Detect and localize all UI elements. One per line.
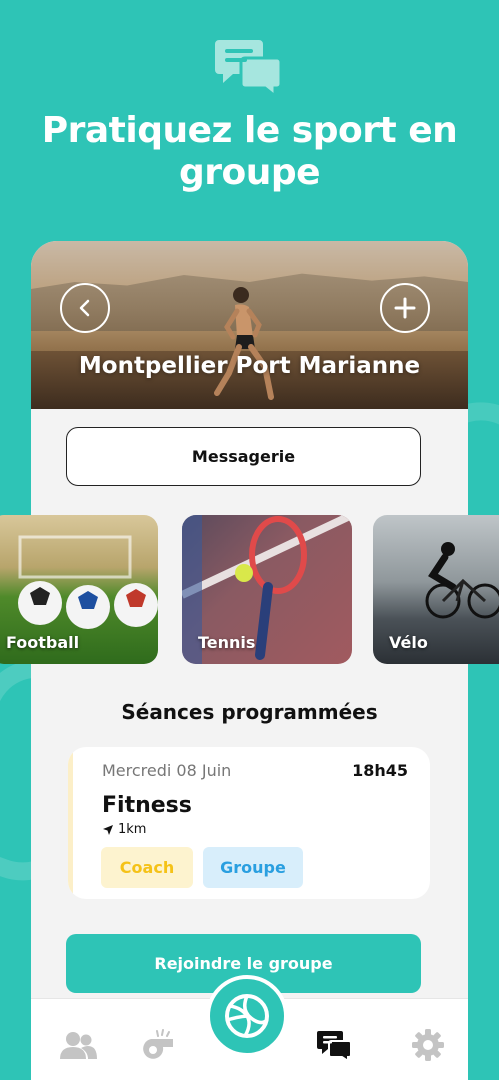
headline: Pratiquez le sport en groupe — [41, 110, 458, 193]
chat-bubbles-icon — [215, 36, 283, 100]
add-button[interactable] — [380, 283, 430, 333]
chevron-left-icon — [79, 299, 90, 317]
whistle-icon[interactable] — [138, 1027, 178, 1063]
sport-label: Football — [6, 633, 80, 652]
volleyball-icon — [225, 994, 269, 1038]
sport-label: Vélo — [389, 633, 428, 652]
sport-card-football[interactable]: Football — [0, 515, 158, 664]
users-icon[interactable] — [58, 1027, 98, 1063]
volleyball-button[interactable] — [206, 975, 288, 1057]
runner-illustration — [214, 287, 274, 400]
groupe-tag: Groupe — [203, 847, 303, 888]
plus-icon — [394, 297, 416, 319]
session-distance-value: 1km — [118, 822, 147, 837]
sessions-title: Séances programmées — [121, 700, 378, 724]
group-banner: Montpellier Port Marianne — [31, 241, 468, 409]
session-date: Mercredi 08 Juin — [102, 761, 232, 780]
session-card[interactable]: Mercredi 08 Juin 18h45 Fitness 1km Coach… — [68, 747, 430, 899]
sport-card-velo[interactable]: Vélo — [373, 515, 499, 664]
session-accent — [68, 747, 73, 899]
group-name: Montpellier Port Marianne — [78, 353, 421, 379]
back-button[interactable] — [60, 283, 110, 333]
session-distance: 1km — [102, 822, 146, 837]
gear-icon[interactable] — [408, 1027, 448, 1063]
sport-card-tennis[interactable]: Tennis — [182, 515, 352, 664]
chat-icon[interactable] — [315, 1027, 355, 1063]
sport-label: Tennis — [198, 633, 256, 652]
session-time: 18h45 — [352, 761, 408, 780]
location-arrow-icon — [103, 824, 113, 835]
session-name: Fitness — [102, 793, 192, 818]
messagerie-button[interactable]: Messagerie — [66, 427, 421, 486]
coach-tag: Coach — [101, 847, 193, 888]
